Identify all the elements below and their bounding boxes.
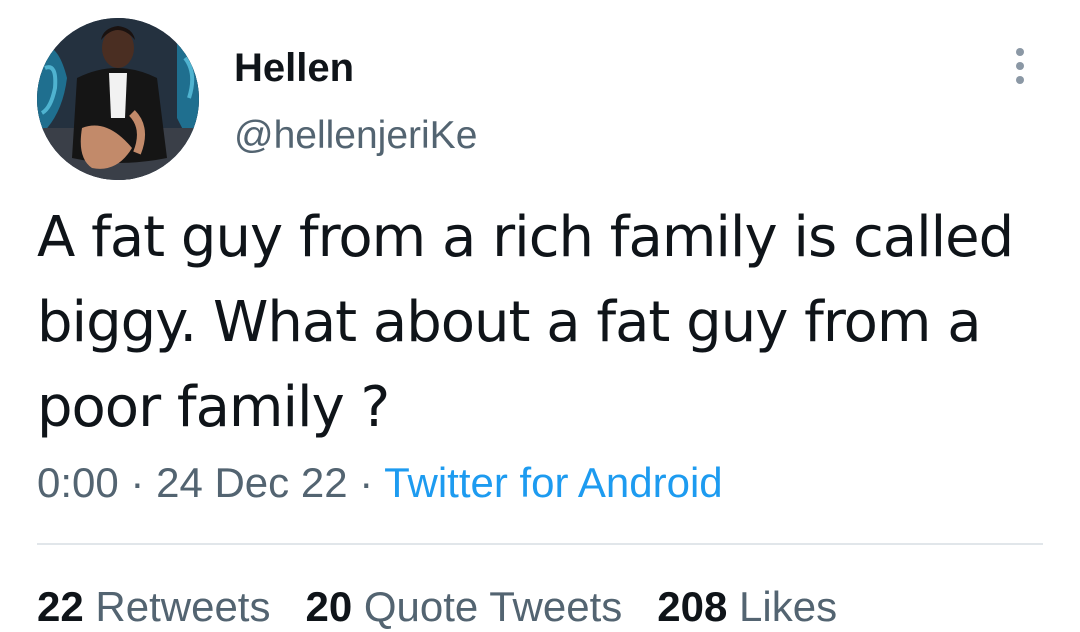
avatar[interactable]: [37, 18, 199, 180]
retweets-label: Retweets: [95, 583, 271, 630]
likes-count: 208: [657, 583, 728, 630]
tweet-meta: 0:00 · 24 Dec 22 · Twitter for Android: [37, 458, 723, 508]
tweet-date[interactable]: 24 Dec 22: [156, 459, 347, 506]
retweets-count: 22: [37, 583, 84, 630]
tweet-source-link[interactable]: Twitter for Android: [384, 459, 722, 506]
more-vertical-icon[interactable]: [1002, 44, 1038, 90]
meta-separator: ·: [359, 459, 374, 506]
tweet-stats: 22 Retweets 20 Quote Tweets 208 Likes: [37, 582, 837, 632]
quotes-label: Quote Tweets: [363, 583, 623, 630]
retweets-stat[interactable]: 22 Retweets: [37, 583, 270, 630]
likes-label: Likes: [739, 583, 838, 630]
author-handle[interactable]: @hellenjeriKe: [234, 113, 477, 159]
quotes-stat[interactable]: 20 Quote Tweets: [305, 583, 622, 630]
divider: [37, 543, 1043, 545]
quotes-count: 20: [305, 583, 353, 630]
author-name[interactable]: Hellen: [234, 44, 354, 92]
tweet-text: A fat guy from a rich family is called b…: [37, 205, 1014, 440]
avatar-image: [37, 18, 199, 180]
tweet-time[interactable]: 0:00: [37, 459, 119, 506]
likes-stat[interactable]: 208 Likes: [657, 583, 837, 630]
meta-separator: ·: [130, 459, 145, 506]
